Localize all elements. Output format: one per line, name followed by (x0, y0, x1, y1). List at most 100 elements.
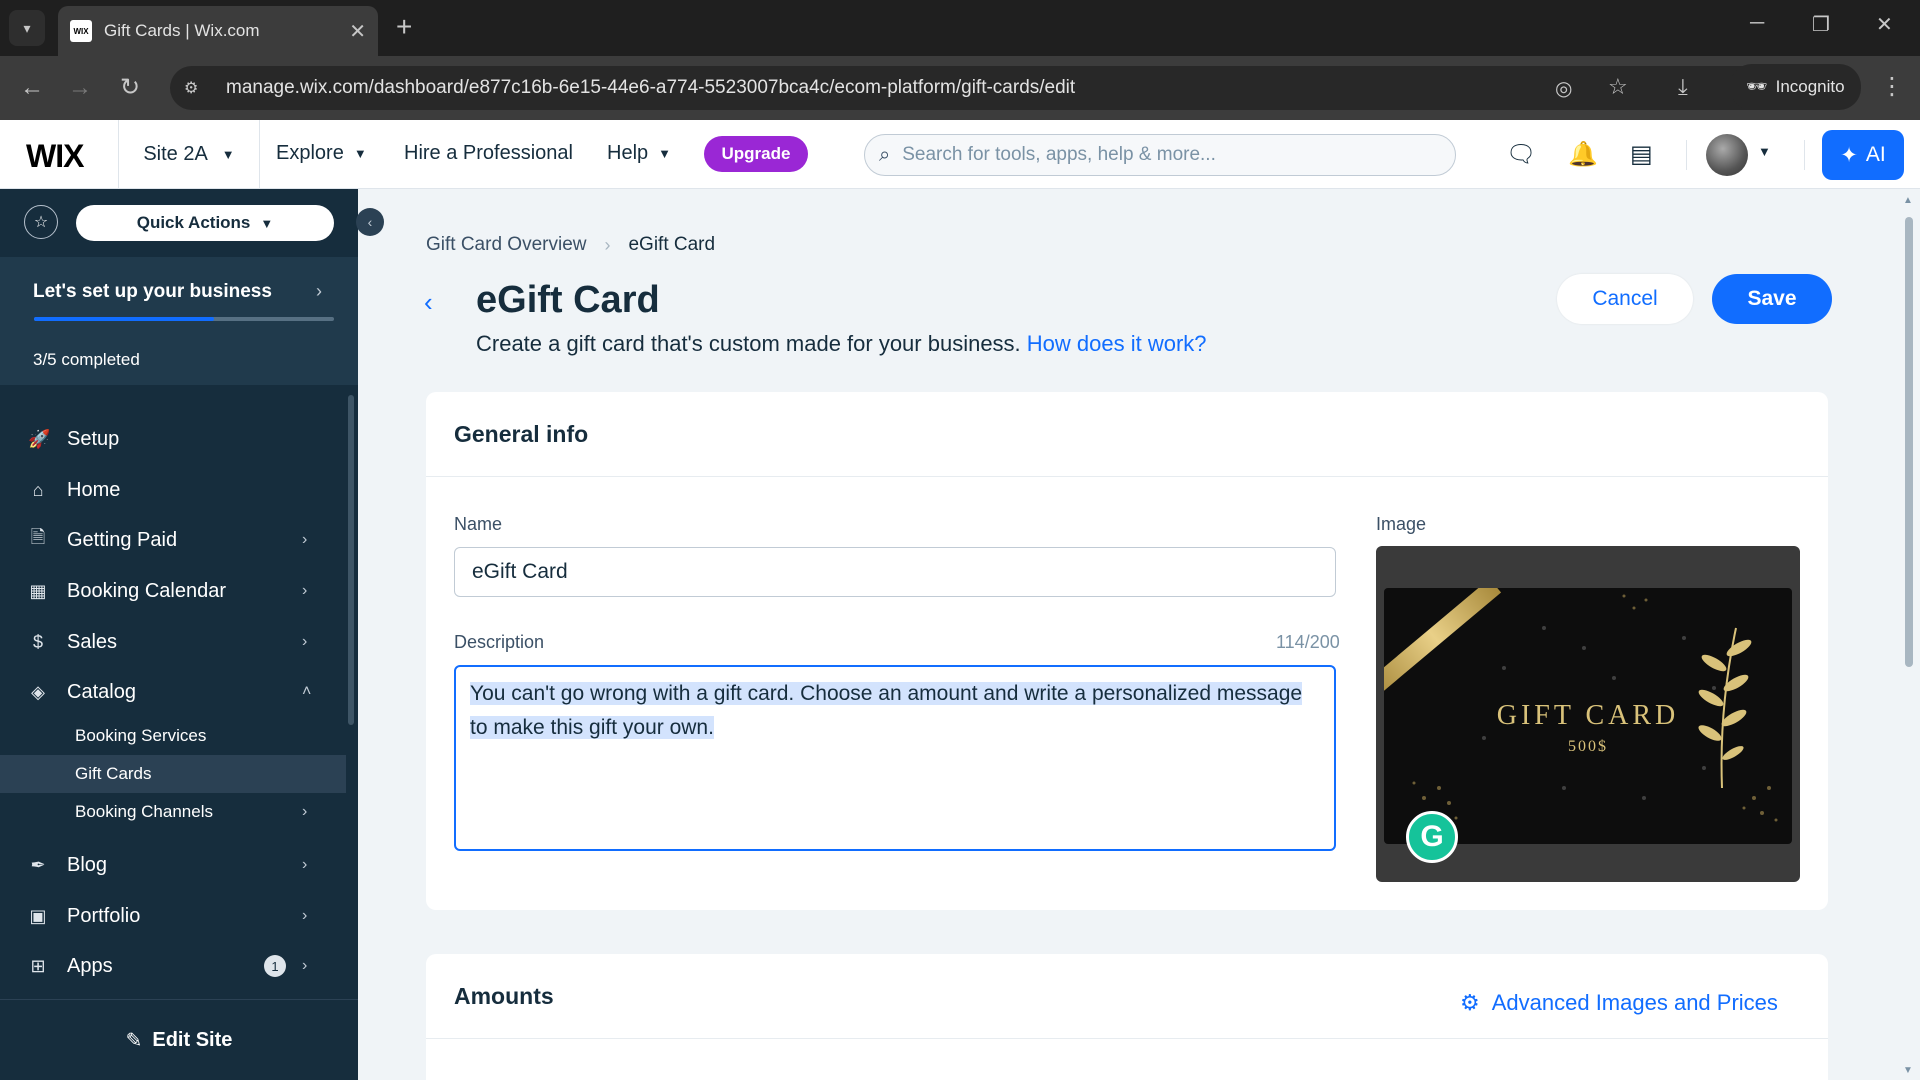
sidebar-subitem-label: Booking Channels (75, 802, 213, 821)
quick-actions-label: Quick Actions (136, 213, 251, 232)
sidebar-scrollbar[interactable] (348, 395, 354, 725)
wix-logo[interactable]: WIX (26, 138, 84, 175)
upgrade-button[interactable]: Upgrade (704, 136, 808, 172)
back-arrow-icon[interactable]: ‹ (424, 287, 433, 318)
sidebar-item-label: Booking Calendar (67, 579, 226, 602)
sidebar-item-home[interactable]: ⌂ Home (0, 467, 346, 513)
browser-address-bar: ← → ↻ ⚙ manage.wix.com/dashboard/e877c16… (0, 56, 1920, 120)
chat-icon[interactable]: 🗨 (1506, 140, 1536, 169)
quick-actions-button[interactable]: Quick Actions ▼ (76, 205, 334, 241)
sidebar-item-booking-calendar[interactable]: ▦ Booking Calendar › (0, 568, 346, 614)
grammarly-icon[interactable]: G (1406, 811, 1458, 863)
selected-description-text: You can't go wrong with a gift card. Cho… (470, 682, 1303, 739)
help-label: Help (607, 142, 649, 164)
rocket-icon: 🚀 (28, 428, 51, 449)
portfolio-icon: ▣ (29, 905, 47, 926)
notification-badge: 1 (264, 955, 286, 977)
explore-label: Explore (276, 142, 344, 164)
search-bar[interactable]: ⌕ (864, 134, 1456, 176)
scrollbar-thumb[interactable] (1905, 217, 1913, 667)
chevron-right-icon: › (302, 856, 308, 873)
pen-icon: ✒ (30, 854, 46, 875)
wix-favicon-icon: WIX (70, 20, 92, 42)
collapse-sidebar-icon[interactable]: ‹ (356, 208, 384, 236)
sidebar-subitem-gift-cards[interactable]: Gift Cards (0, 755, 346, 793)
tab-title: Gift Cards | Wix.com (104, 21, 260, 40)
browser-tab-bar: ▾ WIX Gift Cards | Wix.com ✕ + ─ ❐ ✕ (0, 0, 1920, 56)
setup-progress-bar (34, 317, 334, 321)
sidebar-item-apps[interactable]: ⊞ Apps 1 › (0, 943, 346, 989)
sidebar-item-portfolio[interactable]: ▣ Portfolio › (0, 893, 346, 939)
reload-icon[interactable]: ↻ (120, 74, 140, 102)
catalog-icon: ◈ (31, 681, 45, 702)
scroll-down-icon[interactable]: ▼ (1903, 1065, 1913, 1076)
browser-tab[interactable]: WIX Gift Cards | Wix.com ✕ (58, 6, 378, 56)
avatar[interactable] (1706, 134, 1748, 176)
gift-card-image[interactable]: GIFT CARD 500$ G (1376, 546, 1800, 882)
chevron-down-icon[interactable]: ▼ (1758, 144, 1771, 159)
sidebar-subitem-label: Booking Services (75, 726, 207, 745)
sidebar-item-label: Blog (67, 853, 108, 876)
sparkle-icon: ✦ (1840, 143, 1858, 167)
sidebar-item-sales[interactable]: $ Sales › (0, 619, 346, 665)
notifications-bell-icon[interactable]: 🔔 (1568, 140, 1598, 169)
sidebar-item-label: Portfolio (67, 904, 141, 927)
breadcrumb-current: eGift Card (628, 234, 716, 255)
chevron-down-icon: ▼ (353, 146, 367, 161)
incognito-label: Incognito (1775, 77, 1845, 96)
sidebar-item-catalog[interactable]: ◈ Catalog ˄ (0, 669, 346, 715)
sidebar-subitem-booking-services[interactable]: Booking Services (0, 717, 346, 755)
url-text[interactable]: manage.wix.com/dashboard/e877c16b-6e15-4… (226, 77, 1075, 99)
wix-header: WIX Site 2A ▼ Explore ▼ Hire a Professio… (0, 120, 1920, 189)
save-button[interactable]: Save (1712, 274, 1832, 324)
bookmark-star-icon[interactable]: ☆ (1608, 74, 1628, 100)
forward-icon[interactable]: → (68, 74, 92, 102)
advanced-images-prices-link[interactable]: ⚙ Advanced Images and Prices (1460, 990, 1778, 1016)
download-icon[interactable]: ⤓ (1678, 74, 1688, 100)
page-title: eGift Card (476, 279, 660, 321)
pencil-icon: ✎ (125, 1029, 143, 1052)
setup-count: 3/5 completed (33, 350, 140, 369)
sidebar-subitem-booking-channels[interactable]: Booking Channels › (0, 793, 346, 831)
description-textarea[interactable]: You can't go wrong with a gift card. Cho… (454, 665, 1336, 851)
back-icon[interactable]: ← (20, 74, 44, 102)
hire-label: Hire a Professional (404, 142, 573, 164)
how-does-it-work-link[interactable]: How does it work? (1027, 331, 1207, 356)
inbox-icon[interactable]: ▤ (1630, 140, 1653, 169)
tracking-protection-icon[interactable]: ◎ (1555, 76, 1572, 101)
tab-search-button[interactable]: ▾ (9, 10, 45, 46)
sidebar-item-setup[interactable]: 🚀 Setup (0, 416, 346, 462)
cancel-button[interactable]: Cancel (1557, 274, 1693, 324)
name-field[interactable]: eGift Card (454, 547, 1336, 597)
hire-professional-link[interactable]: Hire a Professional (404, 142, 573, 165)
dollar-icon: $ (32, 631, 43, 652)
chevron-right-icon: › (302, 633, 308, 650)
page-scrollbar[interactable]: ▲ ▼ (1898, 189, 1920, 1080)
browser-menu-icon[interactable]: ⋮ (1880, 72, 1904, 101)
close-window-icon[interactable]: ✕ (1876, 12, 1893, 37)
sidebar-item-getting-paid[interactable]: 🗎 Getting Paid › (0, 517, 346, 563)
sidebar-item-blog[interactable]: ✒ Blog › (0, 842, 346, 888)
restore-icon[interactable]: ❐ (1812, 12, 1830, 37)
gift-card-title: GIFT CARD (1496, 700, 1680, 731)
new-tab-icon[interactable]: + (396, 12, 412, 42)
edit-site-button[interactable]: ✎ Edit Site (0, 999, 358, 1080)
omnibox[interactable]: ⚙ manage.wix.com/dashboard/e877c16b-6e15… (170, 66, 1850, 110)
favorites-star-icon[interactable]: ☆ (24, 205, 58, 239)
calendar-icon: ▦ (29, 580, 47, 601)
help-menu[interactable]: Help ▼ (607, 142, 671, 165)
scroll-up-icon[interactable]: ▲ (1903, 195, 1913, 206)
site-info-icon[interactable]: ⚙ (184, 78, 208, 98)
ai-assistant-button[interactable]: ✦ AI (1822, 130, 1904, 180)
explore-menu[interactable]: Explore ▼ (276, 142, 367, 165)
close-tab-icon[interactable]: ✕ (349, 19, 366, 44)
site-selector[interactable]: Site 2A ▼ (118, 120, 260, 189)
page-subtitle: Create a gift card that's custom made fo… (476, 331, 1207, 357)
incognito-indicator[interactable]: 🕶 Incognito (1730, 64, 1861, 110)
chevron-right-icon: › (316, 281, 322, 301)
breadcrumb-parent-link[interactable]: Gift Card Overview (426, 234, 586, 256)
chevron-right-icon: › (604, 234, 611, 255)
chevron-right-icon: › (302, 531, 308, 548)
minimize-icon[interactable]: ─ (1750, 12, 1764, 35)
search-input[interactable] (902, 144, 1423, 166)
